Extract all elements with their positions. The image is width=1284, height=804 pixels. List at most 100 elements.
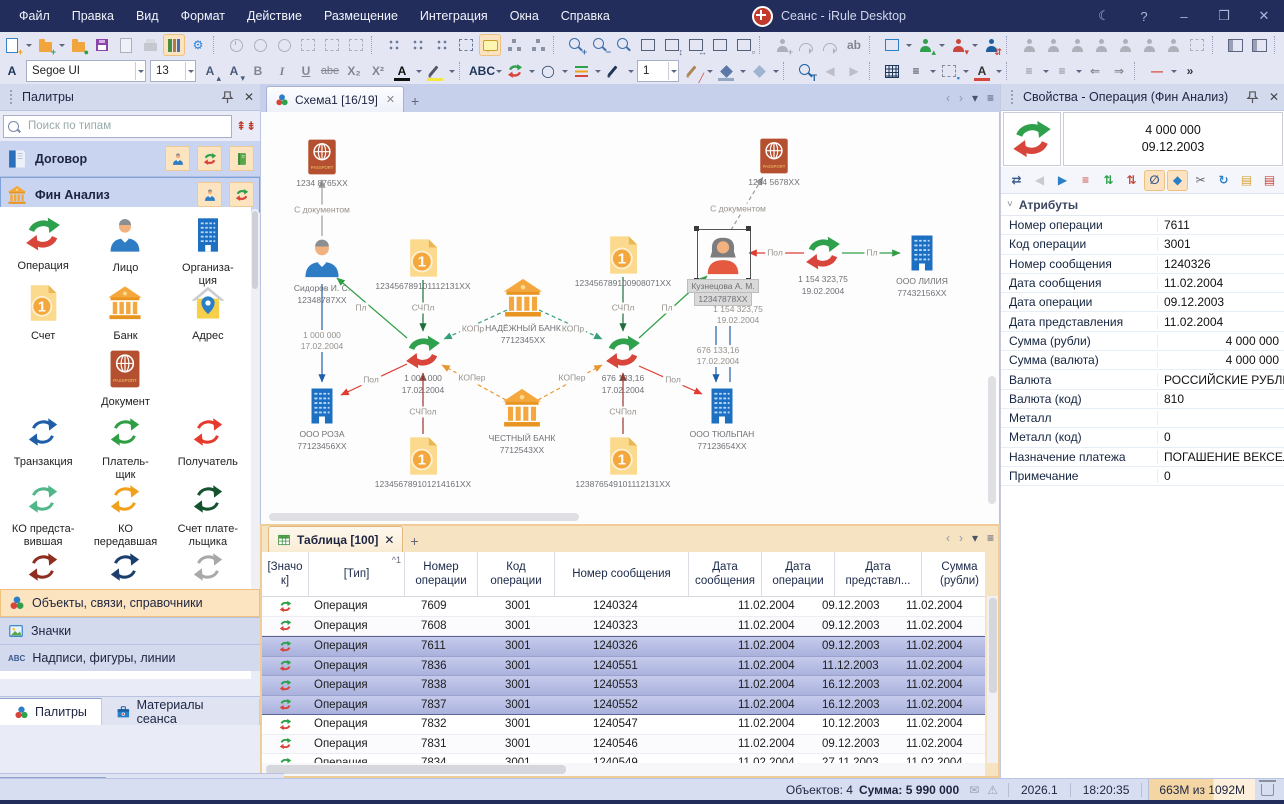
chevron-down-icon[interactable] (593, 60, 602, 82)
fit-all-button[interactable] (637, 34, 659, 56)
inner-select-button[interactable]: ▪ (938, 60, 960, 82)
tab-menu-icon[interactable]: ≡ (987, 91, 994, 105)
table-row[interactable]: Операция78373001124055211.02.200416.12.2… (262, 696, 985, 716)
indent-increase-button[interactable]: ⇒ (1108, 60, 1130, 82)
fit-frame-button[interactable] (709, 34, 731, 56)
refresh-button[interactable]: ↻ (1213, 170, 1234, 191)
frame-all-button[interactable] (321, 34, 343, 56)
menu-Правка[interactable]: Правка (61, 0, 125, 32)
zoom-out-button[interactable]: − (589, 34, 611, 56)
paste-entity-button[interactable] (1042, 34, 1064, 56)
shape-ellipse-button[interactable]: ◯ (537, 60, 559, 82)
attribute-value[interactable]: 0 (1158, 469, 1284, 483)
attribute-value[interactable]: 4 000 000 (1158, 334, 1284, 348)
node-account[interactable] (602, 435, 644, 477)
font-size-combo[interactable]: 13 (150, 60, 196, 82)
new-tab-button[interactable]: + (404, 90, 426, 112)
attribute-value[interactable]: 4 000 000 (1158, 353, 1284, 367)
strikethrough-button[interactable]: abe (319, 60, 341, 82)
font-name-combo[interactable]: Segoe UI (26, 60, 146, 82)
back-fill-color-button[interactable] (748, 60, 770, 82)
new-diagram-button[interactable]: + (1, 34, 23, 56)
zoom-in-button[interactable]: + (565, 34, 587, 56)
help-button[interactable]: ? (1124, 0, 1164, 32)
spread-nodes-button[interactable] (383, 34, 405, 56)
add-entity-down-button[interactable]: ▾ (947, 34, 969, 56)
attribute-value[interactable]: ПОГАШЕНИЕ ВЕКСЕЛЕЙ (1158, 450, 1284, 464)
tools-button[interactable]: ✂ (1190, 170, 1211, 191)
pen-color-button[interactable] (603, 60, 625, 82)
attribute-value[interactable]: 11.02.2004 (1158, 315, 1284, 329)
tab-prev-icon[interactable]: ‹ (946, 531, 950, 545)
node-org[interactable] (901, 232, 943, 274)
palette-item-Транзакция[interactable]: Транзакция (2, 415, 84, 479)
close-icon[interactable]: ✕ (1263, 86, 1284, 108)
attribute-value[interactable]: 11.02.2004 (1158, 276, 1284, 290)
chevron-down-icon[interactable] (738, 60, 747, 82)
node-org[interactable] (301, 385, 343, 427)
menu-Окна[interactable]: Окна (499, 0, 550, 32)
merge-link-1-button[interactable] (795, 34, 817, 56)
tab-Материалы сеанса[interactable]: Материалы сеанса (102, 699, 260, 725)
memory-indicator[interactable]: 663M из 1092M (1148, 779, 1255, 801)
indent-decrease-button[interactable]: ⇐ (1084, 60, 1106, 82)
settings-gear-button[interactable]: ⚙ (187, 34, 209, 56)
menu-Справка[interactable]: Справка (550, 0, 621, 32)
chevron-down-icon[interactable] (560, 60, 569, 82)
save-attributes-button[interactable]: ▤ (1236, 170, 1257, 191)
merge-entities-button[interactable] (1138, 34, 1160, 56)
toolbar-overflow-button[interactable]: » (1179, 60, 1201, 82)
table-row[interactable]: Операция78313001124054611.02.200409.12.2… (262, 735, 985, 755)
theme-moon-button[interactable]: ☾ (1084, 0, 1124, 32)
column-header[interactable]: [Значо к] (262, 552, 309, 596)
column-header[interactable]: Дата сообщения (689, 552, 762, 596)
node-bank[interactable] (499, 385, 545, 431)
close-tab-icon[interactable]: ✕ (384, 533, 394, 547)
attribute-value[interactable]: 0 (1158, 430, 1284, 444)
assign-type-button[interactable]: ≡ (1075, 170, 1096, 191)
table-row[interactable]: Операция76093001124032411.02.200409.12.2… (262, 597, 985, 617)
zoom-actual-button[interactable] (613, 34, 635, 56)
menu-Файл[interactable]: Файл (8, 0, 61, 32)
no-line-button[interactable]: ╱ (682, 60, 704, 82)
palette-item-Счет плате-льщика[interactable]: Счет плате- льщика (167, 482, 249, 546)
chevron-down-icon[interactable] (24, 34, 33, 56)
palette-item-Адрес[interactable]: Адрес (167, 283, 249, 345)
node-man[interactable] (299, 235, 345, 281)
new-operation-button[interactable] (504, 60, 526, 82)
tab-dropdown-icon[interactable]: ▾ (972, 91, 978, 105)
canvas-hscrollbar-thumb[interactable] (269, 513, 579, 521)
column-header[interactable]: Сумма (рубли) (922, 552, 985, 596)
font-style-button[interactable]: A (1, 60, 23, 82)
group-bar-Надписи, фигуры, линии[interactable]: ABCНадписи, фигуры, линии (0, 644, 260, 671)
text-block-button[interactable] (881, 60, 903, 82)
rename-ab-button[interactable]: ab (843, 34, 865, 56)
palette-item-КОпередавшая[interactable]: КО передавшая (84, 482, 166, 546)
node-bank[interactable] (500, 275, 546, 321)
section-person-button[interactable] (197, 182, 222, 207)
bold-button[interactable]: B (247, 60, 269, 82)
clone-entity-button[interactable] (1066, 34, 1088, 56)
find-text-button[interactable]: T (795, 60, 817, 82)
tab-Палитры[interactable]: Палитры (0, 698, 102, 725)
chevron-down-icon[interactable] (937, 34, 946, 56)
chevron-down-icon[interactable] (1041, 60, 1050, 82)
session-manager-button[interactable] (163, 34, 185, 56)
add-person-button[interactable]: + (771, 34, 793, 56)
palette-item-Платель-щик[interactable]: Платель- щик (84, 415, 166, 479)
trash-icon[interactable] (1261, 784, 1274, 796)
column-header[interactable]: Дата представл... (835, 552, 922, 596)
open-session-folder-button[interactable]: ● (67, 34, 89, 56)
history-clock-button[interactable] (225, 34, 247, 56)
collapse-all-icon[interactable]: ⇞⇟ (235, 116, 257, 137)
panel-layout-left-button[interactable] (1224, 34, 1246, 56)
next-object-button[interactable]: ▶ (1052, 170, 1073, 191)
chevron-down-icon[interactable] (928, 60, 937, 82)
tab-prev-icon[interactable]: ‹ (946, 91, 950, 105)
column-header[interactable]: Номер сообщения (555, 552, 689, 596)
chevron-down-icon[interactable] (1169, 60, 1178, 82)
fit-selection-button[interactable]: ▫ (733, 34, 755, 56)
world-pointer-button[interactable] (273, 34, 295, 56)
highlight-color-button[interactable] (424, 60, 446, 82)
node-account[interactable] (602, 234, 644, 276)
